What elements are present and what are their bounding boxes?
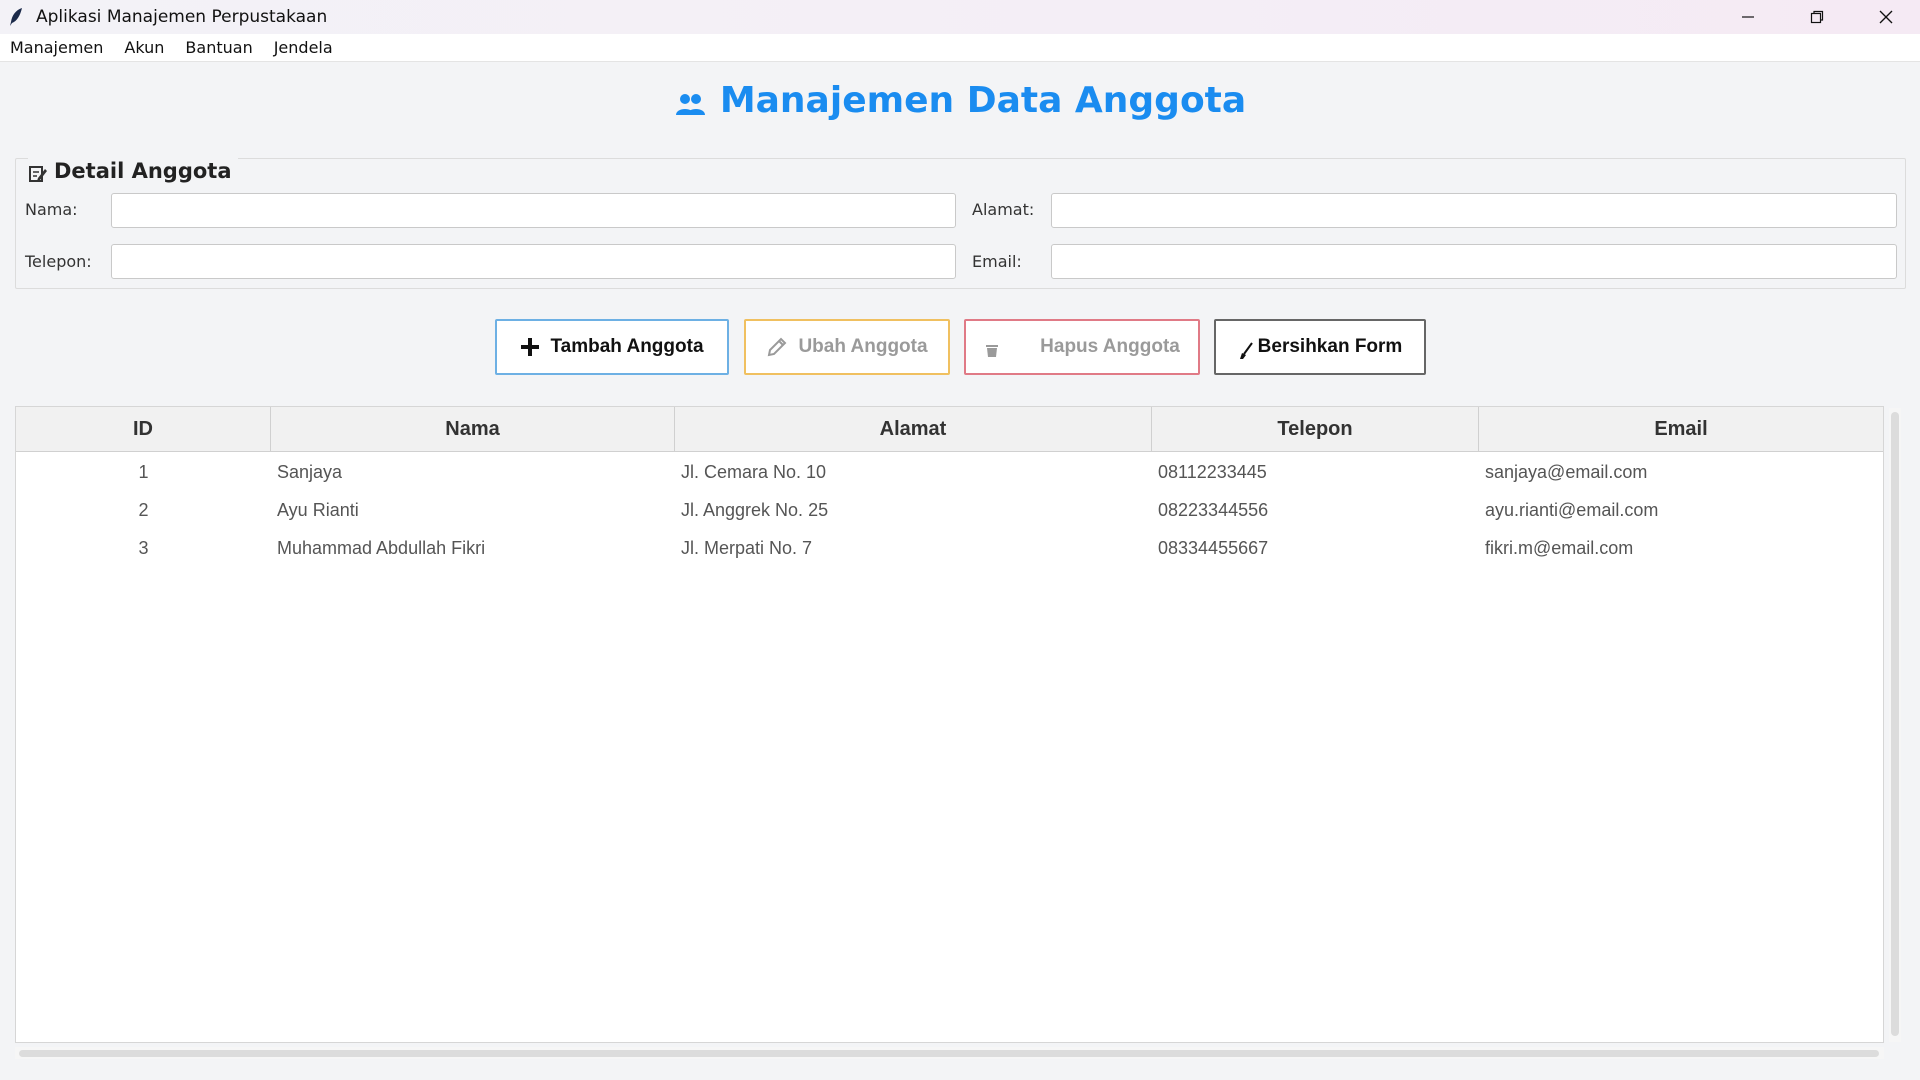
edit-member-button[interactable]: Ubah Anggota	[744, 319, 950, 375]
cell-telepon: 08223344556	[1158, 499, 1269, 520]
menu-manajemen[interactable]: Manajemen	[10, 38, 103, 57]
email-label: Email:	[972, 252, 1022, 271]
detail-group-title: Detail Anggota	[54, 159, 232, 183]
add-member-button[interactable]: Tambah Anggota	[495, 319, 729, 375]
vertical-scrollbar[interactable]	[1889, 408, 1901, 1042]
email-field[interactable]	[1051, 244, 1897, 279]
clear-form-label: Bersihkan Form	[1257, 336, 1403, 357]
header-email[interactable]: Email	[1479, 407, 1883, 452]
menu-jendela[interactable]: Jendela	[274, 38, 333, 57]
cell-email: fikri.m@email.com	[1485, 537, 1634, 558]
telepon-label: Telepon:	[25, 252, 92, 271]
cell-alamat: Jl. Cemara No. 10	[681, 461, 827, 482]
nama-label: Nama:	[25, 200, 78, 219]
clear-form-button[interactable]: Bersihkan Form	[1214, 319, 1426, 375]
broom-icon	[1238, 342, 1254, 360]
cell-telepon: 08112233445	[1158, 461, 1267, 482]
cell-alamat: Jl. Anggrek No. 25	[681, 499, 829, 520]
vertical-scroll-thumb[interactable]	[1891, 412, 1899, 1036]
window-title: Aplikasi Manajemen Perpustakaan	[36, 7, 328, 27]
cell-nama: Muhammad Abdullah Fikri	[277, 537, 486, 558]
menu-bar: Manajemen Akun Bantuan Jendela	[0, 34, 1920, 62]
cell-alamat: Jl. Merpati No. 7	[681, 537, 813, 558]
table-row[interactable]: 1 Sanjaya Jl. Cemara No. 10 08112233445 …	[16, 453, 1883, 491]
cell-email: sanjaya@email.com	[1485, 461, 1648, 482]
menu-akun[interactable]: Akun	[124, 38, 164, 57]
minimize-icon	[1741, 16, 1754, 18]
cell-telepon: 08334455667	[1158, 537, 1269, 558]
header-alamat[interactable]: Alamat	[675, 407, 1152, 452]
edit-member-label: Ubah Anggota	[798, 336, 928, 357]
members-table[interactable]: ID Nama Alamat Telepon Email 1 Sanjaya J…	[15, 406, 1884, 1043]
page-title: Manajemen Data Anggota	[0, 80, 1920, 121]
horizontal-scrollbar[interactable]	[15, 1047, 1884, 1059]
table-row[interactable]: 2 Ayu Rianti Jl. Anggrek No. 25 08223344…	[16, 491, 1883, 529]
telepon-field[interactable]	[111, 244, 956, 279]
delete-member-button[interactable]: Hapus Anggota	[964, 319, 1200, 375]
alamat-label: Alamat:	[972, 200, 1035, 219]
edit-icon	[29, 166, 47, 182]
header-telepon[interactable]: Telepon	[1152, 407, 1479, 452]
trash-icon	[984, 342, 1000, 358]
close-icon	[1879, 10, 1892, 24]
page-title-text: Manajemen Data Anggota	[719, 80, 1247, 121]
cell-nama: Ayu Rianti	[277, 499, 359, 520]
feather-icon	[10, 8, 22, 26]
cell-nama: Sanjaya	[277, 461, 343, 482]
cell-id: 2	[138, 499, 149, 520]
menu-bantuan[interactable]: Bantuan	[185, 38, 252, 57]
close-button[interactable]	[1851, 0, 1920, 34]
table-row[interactable]: 3 Muhammad Abdullah Fikri Jl. Merpati No…	[16, 529, 1883, 567]
add-member-label: Tambah Anggota	[550, 336, 704, 357]
minimize-button[interactable]	[1713, 0, 1782, 34]
table-header: ID Nama Alamat Telepon Email	[16, 407, 1883, 452]
header-nama[interactable]: Nama	[271, 407, 675, 452]
restore-button[interactable]	[1782, 0, 1851, 34]
header-id[interactable]: ID	[16, 407, 271, 452]
plus-icon	[520, 337, 540, 357]
nama-field[interactable]	[111, 193, 956, 228]
cell-id: 1	[138, 461, 149, 482]
pencil-icon	[766, 336, 788, 358]
cell-email: ayu.rianti@email.com	[1485, 499, 1659, 520]
users-icon	[675, 93, 705, 115]
title-bar: Aplikasi Manajemen Perpustakaan	[0, 0, 1920, 34]
horizontal-scroll-thumb[interactable]	[19, 1050, 1879, 1057]
restore-icon	[1810, 10, 1823, 24]
detail-group-legend: Detail Anggota	[28, 156, 238, 186]
alamat-field[interactable]	[1051, 193, 1897, 228]
cell-id: 3	[138, 537, 149, 558]
delete-member-label: Hapus Anggota	[1040, 336, 1180, 357]
